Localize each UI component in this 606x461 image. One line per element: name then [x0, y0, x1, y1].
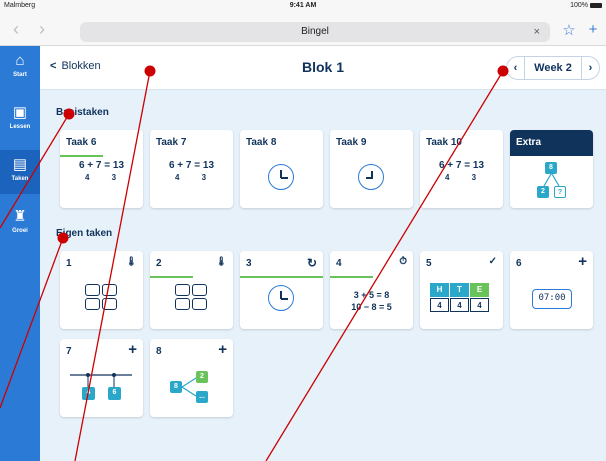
sum-visual: 3 + 5 = 8 10 − 8 = 5 [351, 290, 392, 312]
task-number: 1 [66, 258, 72, 269]
own-task-card-2[interactable]: 2 🌡 [150, 251, 233, 329]
own-task-card-4[interactable]: 4 ⏱ 3 + 5 = 8 10 − 8 = 5 [330, 251, 413, 329]
clear-url-icon[interactable]: × [534, 22, 540, 42]
trophy-icon: ♜ [13, 208, 27, 225]
thermometer-icon: 🌡 [215, 256, 227, 266]
task-title: Taak 7 [156, 137, 187, 148]
task-title: Taak 8 [246, 137, 277, 148]
home-icon: ⌂ [15, 52, 25, 69]
clock-icon [358, 164, 384, 190]
own-task-card-8[interactable]: 8 + 8 2 ... [150, 339, 233, 417]
task-title: Taak 10 [426, 137, 462, 148]
status-bar: Malmberg 9:41 AM 100% [0, 0, 606, 12]
own-task-card-5[interactable]: 5 ✓ H T E 4 4 4 [420, 251, 503, 329]
sidebar: ⌂ Start ▣ Lessen ▤ Taken ♜ Groei [0, 46, 40, 461]
task-title: Taak 9 [336, 137, 367, 148]
sidebar-item-groei[interactable]: ♜ Groei [0, 202, 40, 246]
main-content: < Blokken Blok 1 ‹ Week 2 › Basistaken Ta… [40, 46, 606, 461]
task-title: Extra [516, 137, 542, 148]
browser-forward-button[interactable]: › [34, 19, 50, 40]
check-circle-icon: ✓ [488, 256, 497, 267]
task-card-taak-9[interactable]: Taak 9 [330, 130, 413, 208]
page-title-label: Bingel [301, 26, 329, 37]
own-task-card-3[interactable]: 3 ↻ [240, 251, 323, 329]
next-week-button[interactable]: › [581, 57, 599, 79]
four-squares-icon [85, 284, 119, 312]
browser-back-button[interactable]: ‹ [8, 19, 24, 40]
stopwatch-icon: ⏱ [399, 256, 407, 267]
task-card-taak-10[interactable]: Taak 10 6 + 7 = 13 4 3 [420, 130, 503, 208]
sum-split-visual: 6 + 7 = 13 4 3 [78, 160, 127, 182]
own-task-card-6[interactable]: 6 + 07:00 [510, 251, 593, 329]
task-number: 5 [426, 258, 432, 269]
number-split-icon: 8 2 ? [510, 156, 593, 208]
sidebar-item-label: Groei [12, 228, 28, 234]
add-icon[interactable]: + [128, 341, 137, 358]
week-label: Week 2 [534, 62, 572, 74]
new-tab-plus-icon[interactable]: + [584, 21, 602, 38]
repeat-icon: ↻ [306, 256, 317, 270]
number-line-icon: 4 6 [60, 365, 143, 417]
task-title: Taak 6 [66, 137, 97, 148]
battery-indicator: 100% [570, 2, 602, 9]
previous-week-button[interactable]: ‹ [507, 57, 525, 79]
task-number: 3 [246, 258, 252, 269]
task-number: 2 [156, 258, 162, 269]
task-number: 6 [516, 258, 522, 269]
task-number: 7 [66, 346, 72, 357]
four-squares-icon [175, 284, 209, 312]
sidebar-item-label: Lessen [9, 124, 31, 130]
add-icon[interactable]: + [218, 341, 227, 358]
sidebar-item-start[interactable]: ⌂ Start [0, 46, 40, 90]
place-value-table-icon: H T E 4 4 4 [430, 283, 490, 313]
task-card-taak-8[interactable]: Taak 8 [240, 130, 323, 208]
sidebar-item-label: Taken [11, 176, 29, 182]
clock-label: 9:41 AM [289, 2, 317, 9]
task-card-extra[interactable]: Extra 8 2 ? [510, 130, 593, 208]
task-number: 4 [336, 258, 342, 269]
top-bar: < Blokken Blok 1 ‹ Week 2 › [40, 46, 606, 90]
bookmark-star-icon[interactable]: ☆ [560, 21, 578, 39]
task-number: 8 [156, 346, 162, 357]
battery-icon [590, 2, 602, 8]
digital-clock-icon: 07:00 [532, 289, 572, 309]
browser-toolbar: ‹ › Bingel × ☆ + [0, 12, 606, 46]
clock-icon [268, 285, 294, 311]
add-icon[interactable]: + [578, 253, 587, 270]
section-title-basistaken: Basistaken [56, 107, 109, 118]
sidebar-item-taken[interactable]: ▤ Taken [0, 150, 40, 194]
thermometer-icon: 🌡 [125, 256, 137, 266]
clock-icon [268, 164, 294, 190]
address-bar[interactable]: Bingel × [80, 22, 550, 42]
tasks-icon: ▤ [12, 156, 28, 173]
sidebar-item-lessen[interactable]: ▣ Lessen [0, 98, 40, 142]
sum-split-visual: 6 + 7 = 13 4 3 [438, 160, 487, 182]
section-title-eigen-taken: Eigen taken [56, 228, 113, 239]
lessons-icon: ▣ [12, 104, 28, 121]
number-split-icon: 8 2 ... [150, 365, 233, 417]
task-card-taak-7[interactable]: Taak 7 6 + 7 = 13 4 3 [150, 130, 233, 208]
own-task-card-7[interactable]: 7 + 4 6 [60, 339, 143, 417]
week-selector: ‹ Week 2 › [506, 56, 600, 80]
own-task-card-1[interactable]: 1 🌡 [60, 251, 143, 329]
task-card-taak-6[interactable]: Taak 6 6 + 7 = 13 4 3 [60, 130, 143, 208]
sum-split-visual: 6 + 7 = 13 4 3 [168, 160, 217, 182]
sidebar-item-label: Start [13, 72, 27, 78]
